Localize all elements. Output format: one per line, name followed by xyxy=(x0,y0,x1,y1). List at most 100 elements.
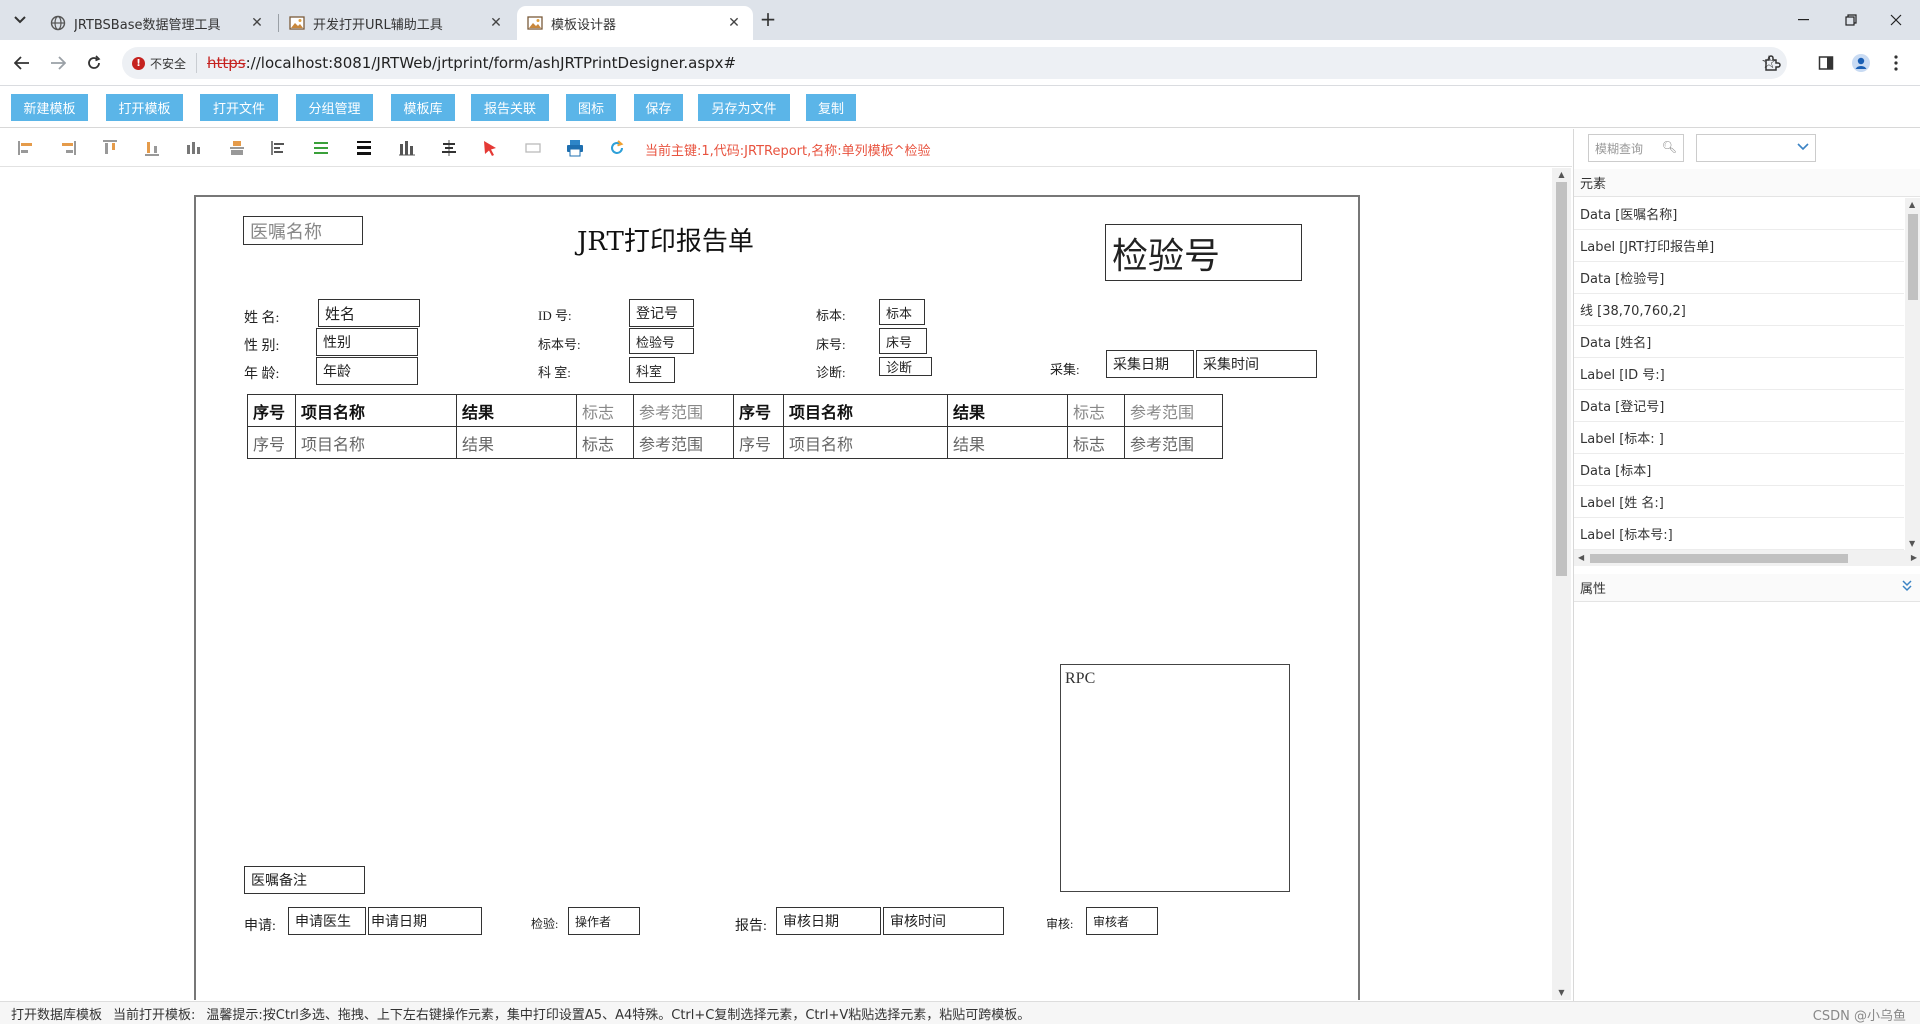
scroll-right-arrow-icon[interactable]: ▶ xyxy=(1911,553,1917,562)
align-right-edges-icon[interactable] xyxy=(59,139,77,157)
table-cell[interactable]: 序号 xyxy=(247,426,296,459)
properties-section-title[interactable]: 属性 xyxy=(1574,574,1920,602)
align-left-edges-icon[interactable] xyxy=(17,139,35,157)
collect-date-field[interactable]: 采集日期 xyxy=(1106,350,1194,378)
table-header-cell[interactable]: 标志 xyxy=(1067,394,1125,427)
template-paper[interactable]: 医嘱名称 JRT打印报告单 检验号 姓 名: 姓名 性 别: 性别 年 龄: 年… xyxy=(194,195,1360,1000)
refresh-icon[interactable] xyxy=(608,139,626,157)
list-item[interactable]: Data [姓名] xyxy=(1574,326,1904,358)
icon-button[interactable]: 图标 xyxy=(566,94,616,121)
list-item[interactable]: Label [标本号:] xyxy=(1574,518,1904,550)
test-label[interactable]: 检验: xyxy=(531,915,558,932)
gender-field[interactable]: 性别 xyxy=(316,328,418,356)
reload-icon[interactable] xyxy=(81,50,107,76)
close-icon[interactable]: ✕ xyxy=(725,14,743,32)
table-header-cell[interactable]: 参考范围 xyxy=(1124,394,1223,427)
element-type-select[interactable] xyxy=(1696,134,1816,162)
gender-label[interactable]: 性 别: xyxy=(244,335,279,355)
list-item[interactable]: Label [JRT打印报告单] xyxy=(1574,230,1904,262)
double-chevron-down-icon[interactable] xyxy=(1901,579,1913,597)
apply-date-field[interactable]: 申请日期 xyxy=(368,907,482,935)
forward-arrow-icon[interactable] xyxy=(45,50,71,76)
rpc-image-box[interactable]: RPC xyxy=(1060,664,1290,892)
save-as-file-button[interactable]: 另存为文件 xyxy=(698,94,790,121)
list-item[interactable]: Data [标本] xyxy=(1574,454,1904,486)
column-chart-icon[interactable] xyxy=(398,139,416,157)
specimen-no-field[interactable]: 检验号 xyxy=(629,328,694,354)
specimen-no-label[interactable]: 标本号: xyxy=(538,334,581,353)
new-tab-plus-icon[interactable]: + xyxy=(757,9,779,31)
align-bottom-edges-icon[interactable] xyxy=(143,139,161,157)
collect-label[interactable]: 采集: xyxy=(1050,359,1080,378)
element-list[interactable]: Data [医嘱名称] Label [JRT打印报告单] Data [检验号] … xyxy=(1574,198,1904,550)
site-security-indicator[interactable]: ! 不安全 xyxy=(132,53,198,73)
minimize-icon[interactable] xyxy=(1780,0,1828,40)
open-template-button[interactable]: 打开模板 xyxy=(106,94,183,121)
copy-button[interactable]: 复制 xyxy=(806,94,856,121)
table-cell[interactable]: 标志 xyxy=(1067,426,1125,459)
list-item[interactable]: Label [姓 名:] xyxy=(1574,486,1904,518)
table-header-cell[interactable]: 项目名称 xyxy=(783,394,948,427)
scroll-thumb[interactable] xyxy=(1590,554,1848,563)
address-bar[interactable]: ! 不安全 https://localhost:8081/JRTWeb/jrtp… xyxy=(122,47,1787,79)
align-text-left-icon[interactable] xyxy=(270,139,288,157)
table-header-cell[interactable]: 结果 xyxy=(947,394,1068,427)
scroll-up-arrow-icon[interactable]: ▲ xyxy=(1909,200,1915,209)
list-item[interactable]: 线 [38,70,760,2] xyxy=(1574,294,1904,326)
specimen-label[interactable]: 标本: xyxy=(816,305,846,324)
window-close-icon[interactable] xyxy=(1872,0,1920,40)
new-template-button[interactable]: 新建模板 xyxy=(11,94,88,121)
department-field[interactable]: 科室 xyxy=(629,357,675,383)
reviewer-field[interactable]: 审核者 xyxy=(1086,907,1158,935)
back-arrow-icon[interactable] xyxy=(9,50,35,76)
element-search-input[interactable]: 模糊查询 🔍︎ xyxy=(1588,134,1684,162)
tab-search-chevron-icon[interactable] xyxy=(8,8,32,32)
diagnosis-field[interactable]: 诊断 xyxy=(879,357,932,376)
bed-no-label[interactable]: 床号: xyxy=(816,334,846,353)
list-item[interactable]: Data [检验号] xyxy=(1574,262,1904,294)
scroll-left-arrow-icon[interactable]: ◀ xyxy=(1578,553,1584,562)
table-cell[interactable]: 序号 xyxy=(733,426,784,459)
table-cell[interactable]: 标志 xyxy=(576,426,634,459)
table-cell[interactable]: 参考范围 xyxy=(1124,426,1223,459)
name-field[interactable]: 姓名 xyxy=(318,299,420,327)
close-icon[interactable]: ✕ xyxy=(487,14,505,32)
bed-no-field[interactable]: 床号 xyxy=(879,328,927,354)
scroll-up-arrow-icon[interactable]: ▲ xyxy=(1552,168,1571,182)
profile-avatar-icon[interactable] xyxy=(1849,51,1873,75)
group-manage-button[interactable]: 分组管理 xyxy=(296,94,373,121)
collect-time-field[interactable]: 采集时间 xyxy=(1196,350,1317,378)
extensions-puzzle-icon[interactable] xyxy=(1760,51,1784,75)
name-label[interactable]: 姓 名: xyxy=(244,307,279,327)
canvas-vertical-scrollbar[interactable]: ▲ ▼ xyxy=(1552,168,1571,1000)
element-list-vertical-scrollbar[interactable]: ▲ ▼ xyxy=(1905,198,1920,550)
apply-doctor-field[interactable]: 申请医生 xyxy=(288,907,366,935)
list-item[interactable]: Data [登记号] xyxy=(1574,390,1904,422)
equal-spacing-icon[interactable] xyxy=(312,139,330,157)
table-header-cell[interactable]: 结果 xyxy=(456,394,577,427)
report-label[interactable]: 报告: xyxy=(735,915,767,935)
save-button[interactable]: 保存 xyxy=(634,94,683,121)
review-label[interactable]: 审核: xyxy=(1046,915,1073,932)
report-link-button[interactable]: 报告关联 xyxy=(471,94,549,121)
diagnosis-label[interactable]: 诊断: xyxy=(816,362,846,381)
element-list-horizontal-scrollbar[interactable]: ◀ ▶ xyxy=(1574,550,1920,566)
id-label[interactable]: ID 号: xyxy=(538,305,572,324)
table-cell[interactable]: 项目名称 xyxy=(295,426,457,459)
open-file-button[interactable]: 打开文件 xyxy=(200,94,278,121)
url-text[interactable]: https://localhost:8081/JRTWeb/jrtprint/f… xyxy=(207,54,736,72)
table-header-cell[interactable]: 标志 xyxy=(576,394,634,427)
table-header-cell[interactable]: 参考范围 xyxy=(633,394,734,427)
tab-template-designer[interactable]: 模板设计器 ✕ xyxy=(517,6,753,40)
table-cell[interactable]: 参考范围 xyxy=(633,426,734,459)
table-header-cell[interactable]: 项目名称 xyxy=(295,394,457,427)
table-cell[interactable]: 结果 xyxy=(947,426,1068,459)
doctor-order-name-field[interactable]: 医嘱名称 xyxy=(243,216,363,245)
table-header-cell[interactable]: 序号 xyxy=(733,394,784,427)
registration-no-field[interactable]: 登记号 xyxy=(629,299,694,327)
report-title-label[interactable]: JRT打印报告单 xyxy=(577,221,754,258)
printer-icon[interactable] xyxy=(566,139,584,157)
list-item[interactable]: Label [ID 号:] xyxy=(1574,358,1904,390)
side-panel-icon[interactable] xyxy=(1814,51,1838,75)
table-header-cell[interactable]: 序号 xyxy=(247,394,296,427)
